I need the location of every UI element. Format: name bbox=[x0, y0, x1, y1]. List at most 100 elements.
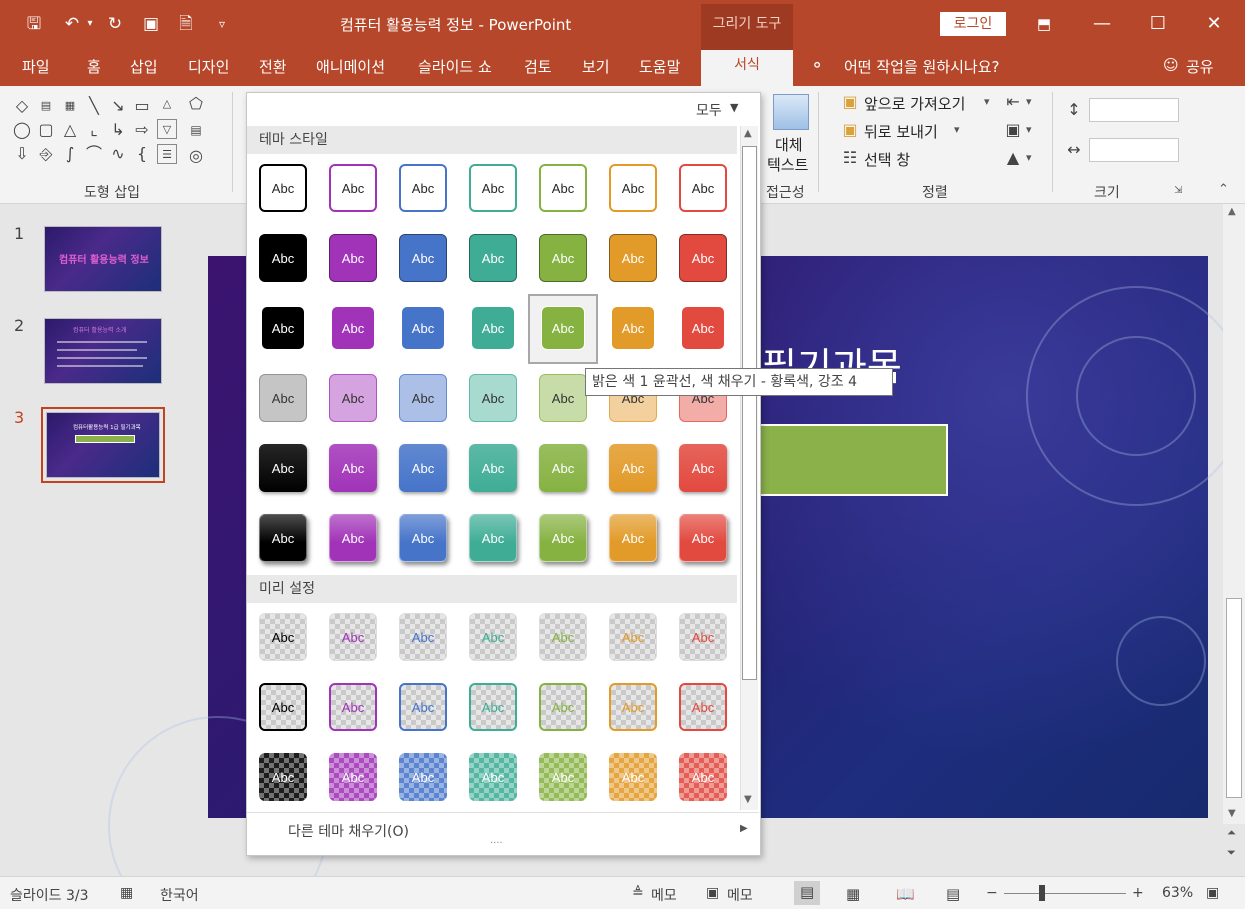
style-swatch-solid[interactable]: Abc bbox=[539, 234, 587, 282]
preset-swatch-transparent[interactable]: Abc bbox=[609, 613, 657, 661]
style-swatch-light-outline[interactable]: Abc bbox=[401, 306, 445, 350]
tab-home[interactable]: 홈 bbox=[87, 56, 101, 77]
minimize-icon[interactable]: — bbox=[1088, 12, 1116, 36]
arc-shape-icon[interactable]: ⌒ bbox=[84, 144, 104, 164]
curve-shape-icon[interactable]: ∿ bbox=[108, 144, 128, 164]
save-icon[interactable]: 🖫 bbox=[22, 12, 46, 36]
textbox-icon[interactable]: ▤ bbox=[36, 96, 56, 116]
slideshow-view-icon[interactable]: ▤ bbox=[946, 885, 960, 903]
spellcheck-icon[interactable]: ▦ bbox=[120, 885, 133, 901]
style-swatch-solid[interactable]: Abc bbox=[259, 234, 307, 282]
alt-text-button-line2[interactable]: 텍스트 bbox=[767, 154, 808, 175]
preset-swatch-outline[interactable]: Abc bbox=[329, 683, 377, 731]
other-theme-fills-menu[interactable]: 다른 테마 채우기(O) bbox=[288, 821, 409, 841]
send-backward-button[interactable]: 뒤로 보내기 bbox=[864, 121, 938, 142]
style-swatch-light-outline[interactable]: Abc bbox=[681, 306, 725, 350]
style-swatch-light-outline[interactable]: Abc bbox=[261, 306, 305, 350]
style-swatch-moderate[interactable]: Abc bbox=[469, 444, 517, 492]
style-swatch-intense[interactable]: Abc bbox=[469, 514, 517, 562]
slide-thumbnail-3-selected[interactable]: 컴퓨터활용능력 1급 필기과목 bbox=[41, 407, 165, 483]
preset-swatch-outline[interactable]: Abc bbox=[399, 683, 447, 731]
style-swatch-outline[interactable]: Abc bbox=[259, 164, 307, 212]
gallery-scroll-up-icon[interactable]: ▲ bbox=[744, 128, 752, 139]
zoom-slider-thumb[interactable] bbox=[1039, 885, 1046, 901]
freeform-shape-icon[interactable]: ⎆ bbox=[36, 144, 56, 164]
preset-swatch-filled[interactable]: Abc bbox=[259, 753, 307, 801]
fit-slide-icon[interactable]: ▣ bbox=[1206, 885, 1219, 901]
close-icon[interactable]: ✕ bbox=[1200, 12, 1228, 36]
preset-swatch-filled[interactable]: Abc bbox=[399, 753, 447, 801]
send-backward-dropdown-icon[interactable]: ▾ bbox=[954, 123, 960, 136]
draw-textbox-icon[interactable]: ▤ bbox=[186, 120, 206, 140]
shape-width-input[interactable] bbox=[1089, 138, 1179, 162]
style-swatch-solid[interactable]: Abc bbox=[609, 234, 657, 282]
align-icon[interactable]: ⇤ bbox=[1003, 92, 1023, 112]
collapse-ribbon-icon[interactable]: ⌃ bbox=[1218, 182, 1229, 197]
rectangle-shape-icon[interactable]: ▭ bbox=[132, 96, 152, 116]
style-swatch-light-outline[interactable]: Abc bbox=[471, 306, 515, 350]
size-dialog-launcher-icon[interactable]: ⇲ bbox=[1174, 185, 1182, 196]
brace-shape-icon[interactable]: { bbox=[132, 144, 152, 164]
group-dropdown-icon[interactable]: ▾ bbox=[1026, 123, 1032, 136]
undo-icon[interactable]: ↶ bbox=[60, 12, 84, 36]
scrollbar-thumb[interactable] bbox=[1226, 598, 1242, 798]
style-swatch-subtle[interactable]: Abc bbox=[469, 374, 517, 422]
redo-icon[interactable]: ↻ bbox=[103, 12, 127, 36]
undo-dropdown-icon[interactable]: ▾ bbox=[84, 12, 96, 36]
selection-pane-icon[interactable]: ☷ bbox=[840, 148, 860, 168]
tab-transitions[interactable]: 전환 bbox=[259, 56, 287, 77]
next-slide-icon[interactable]: ⏷ bbox=[1227, 846, 1236, 860]
preset-swatch-outline[interactable]: Abc bbox=[259, 683, 307, 731]
group-icon[interactable]: ▣ bbox=[1003, 120, 1023, 140]
style-swatch-moderate[interactable]: Abc bbox=[399, 444, 447, 492]
gallery-filter-dropdown[interactable]: 모두 bbox=[696, 100, 722, 120]
login-button[interactable]: 로그인 bbox=[940, 12, 1006, 36]
style-swatch-intense[interactable]: Abc bbox=[609, 514, 657, 562]
scribble-shape-icon[interactable]: ∫ bbox=[60, 144, 80, 164]
resize-grip-icon[interactable]: ···· bbox=[490, 838, 503, 849]
preset-swatch-transparent[interactable]: Abc bbox=[329, 613, 377, 661]
tab-view[interactable]: 보기 bbox=[582, 56, 610, 77]
rotate-dropdown-icon[interactable]: ▾ bbox=[1026, 151, 1032, 164]
edit-shape-icon[interactable]: ⬠ bbox=[186, 94, 206, 114]
alt-text-icon[interactable] bbox=[773, 94, 809, 130]
preset-swatch-filled[interactable]: Abc bbox=[329, 753, 377, 801]
tab-insert[interactable]: 삽입 bbox=[130, 56, 158, 77]
style-swatch-moderate[interactable]: Abc bbox=[259, 444, 307, 492]
style-swatch-intense[interactable]: Abc bbox=[259, 514, 307, 562]
preset-swatch-outline[interactable]: Abc bbox=[539, 683, 587, 731]
gallery-scrollbar-thumb[interactable] bbox=[742, 146, 757, 680]
triangle-shape-icon[interactable]: △ bbox=[60, 120, 80, 140]
preset-swatch-transparent[interactable]: Abc bbox=[469, 613, 517, 661]
style-swatch-outline[interactable]: Abc bbox=[679, 164, 727, 212]
tell-me-search[interactable]: 어떤 작업을 원하시나요? bbox=[844, 56, 1000, 77]
preset-swatch-filled[interactable]: Abc bbox=[469, 753, 517, 801]
style-swatch-outline[interactable]: Abc bbox=[329, 164, 377, 212]
style-swatch-intense[interactable]: Abc bbox=[679, 514, 727, 562]
filter-dropdown-icon[interactable]: ▼ bbox=[730, 101, 738, 114]
qat-customize-icon[interactable]: ▿ bbox=[210, 12, 234, 36]
preset-swatch-filled[interactable]: Abc bbox=[679, 753, 727, 801]
preset-swatch-transparent[interactable]: Abc bbox=[259, 613, 307, 661]
merge-shapes-icon[interactable]: ◎ bbox=[186, 146, 206, 166]
style-swatch-light-outline[interactable]: Abc bbox=[331, 306, 375, 350]
style-swatch-outline[interactable]: Abc bbox=[539, 164, 587, 212]
style-swatch-intense[interactable]: Abc bbox=[329, 514, 377, 562]
tab-design[interactable]: 디자인 bbox=[188, 56, 229, 77]
style-swatch-subtle[interactable]: Abc bbox=[539, 374, 587, 422]
tab-help[interactable]: 도움말 bbox=[639, 56, 680, 77]
rounded-rect-shape-icon[interactable]: ▢ bbox=[36, 120, 56, 140]
rotate-icon[interactable]: ▲ bbox=[1003, 148, 1023, 168]
style-swatch-light-outline[interactable]: Abc bbox=[541, 306, 585, 350]
send-backward-icon[interactable]: ▣ bbox=[840, 120, 860, 140]
gallery-scroll-down-icon[interactable]: ▼ bbox=[744, 794, 752, 805]
bring-forward-dropdown-icon[interactable]: ▾ bbox=[984, 95, 990, 108]
gallery-scrollbar[interactable]: ▲ ▼ bbox=[740, 126, 758, 810]
notes-icon[interactable]: ≜ bbox=[632, 885, 644, 901]
down-arrow-shape-icon[interactable]: ⇩ bbox=[12, 144, 32, 164]
tab-review[interactable]: 검토 bbox=[524, 56, 552, 77]
style-swatch-solid[interactable]: Abc bbox=[399, 234, 447, 282]
elbow-arrow-connector-icon[interactable]: ↳ bbox=[108, 120, 128, 140]
ribbon-display-icon[interactable]: ⬒ bbox=[1030, 12, 1058, 36]
preset-swatch-outline[interactable]: Abc bbox=[469, 683, 517, 731]
